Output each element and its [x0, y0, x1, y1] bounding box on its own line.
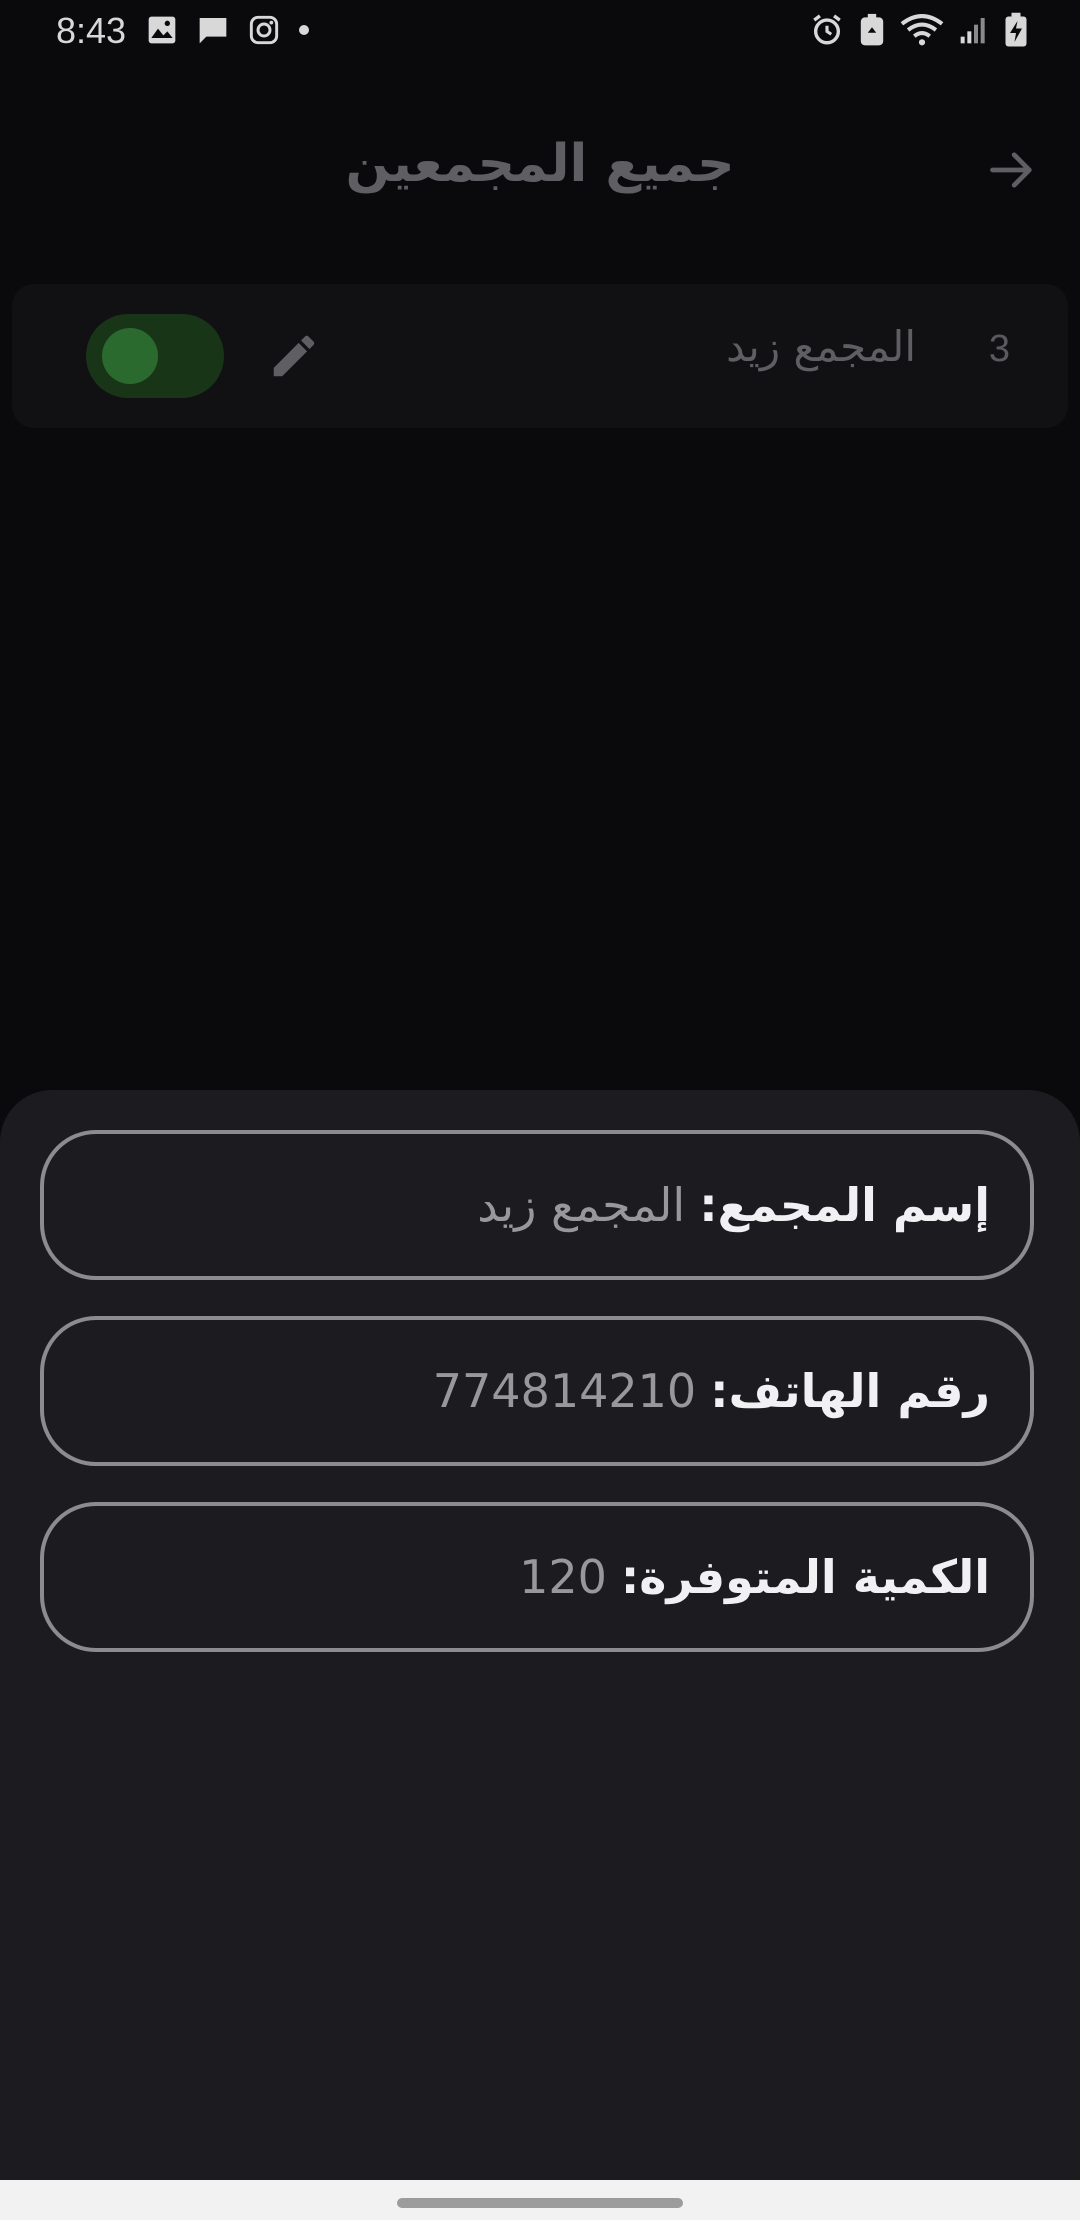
phone-value: 774814210	[432, 1364, 697, 1418]
active-toggle[interactable]	[86, 314, 224, 398]
name-label: إسم المجمع:	[699, 1178, 990, 1232]
back-button[interactable]	[982, 140, 1042, 200]
notification-icons	[146, 14, 310, 46]
battery-charging-icon	[1005, 12, 1027, 47]
system-icons	[810, 12, 1028, 48]
page-title: جميع المجمعين	[345, 134, 735, 194]
quantity-value: 120	[519, 1550, 607, 1604]
status-bar: 8:43	[0, 0, 1080, 64]
app-bar: جميع المجمعين	[0, 110, 1080, 230]
screen: 8:43 جميع المجمعين 3 المجمع زيد إسم المج…	[0, 0, 1080, 2220]
name-value: المجمع زيد	[477, 1178, 686, 1232]
phone-field: رقم الهاتف: 774814210	[40, 1316, 1034, 1466]
signal-icon	[960, 18, 985, 44]
item-index: 3	[988, 328, 1010, 370]
phone-label: رقم الهاتف:	[710, 1364, 990, 1418]
list-item[interactable]: 3 المجمع زيد	[12, 284, 1068, 428]
message-icon	[199, 18, 227, 44]
battery-saver-icon	[860, 13, 884, 46]
alarm-icon	[813, 14, 841, 45]
instagram-icon	[249, 15, 279, 45]
status-time: 8:43	[56, 10, 127, 51]
pencil-icon	[273, 335, 315, 377]
item-name: المجمع زيد	[726, 322, 916, 371]
toggle-knob	[102, 328, 158, 384]
arrow-right-icon	[990, 152, 1032, 188]
navigation-bar	[0, 2180, 1080, 2220]
home-handle[interactable]	[397, 2198, 683, 2208]
wifi-icon	[900, 14, 944, 46]
details-bottom-sheet: إسم المجمع: المجمع زيد رقم الهاتف: 77481…	[0, 1090, 1080, 2180]
dot-icon	[299, 25, 309, 35]
gallery-icon	[148, 16, 176, 44]
name-field: إسم المجمع: المجمع زيد	[40, 1130, 1034, 1280]
edit-button[interactable]	[264, 326, 324, 386]
quantity-field: الكمية المتوفرة: 120	[40, 1502, 1034, 1652]
quantity-label: الكمية المتوفرة:	[620, 1550, 990, 1604]
